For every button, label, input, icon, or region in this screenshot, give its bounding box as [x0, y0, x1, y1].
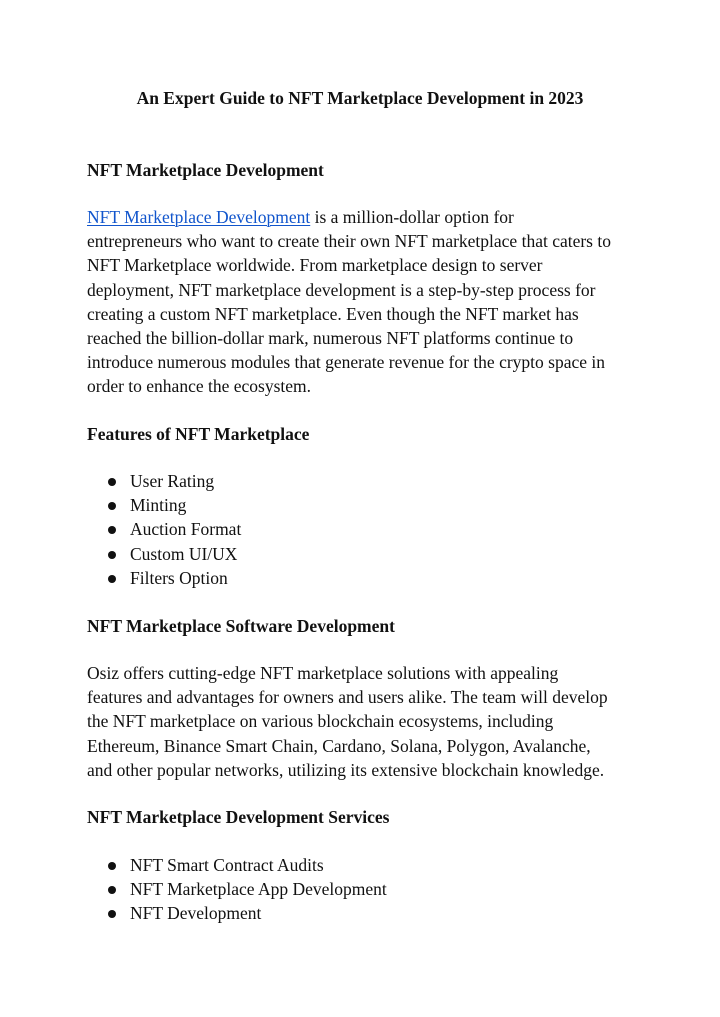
- list-item: Minting: [105, 493, 241, 517]
- bullet-icon: [108, 574, 116, 583]
- document-title: An Expert Guide to NFT Marketplace Devel…: [136, 88, 584, 108]
- paragraph-line-text: is a million-dollar option for: [310, 207, 514, 227]
- section-heading-development-services: NFT Marketplace Development Services: [87, 807, 390, 827]
- paragraph-line: and other popular networks, utilizing it…: [87, 759, 605, 780]
- list-item-text: Filters Option: [130, 567, 228, 588]
- paragraph-line: the NFT marketplace on various blockchai…: [87, 711, 554, 732]
- document-page: An Expert Guide to NFT Marketplace Devel…: [0, 0, 720, 1017]
- list-item-text: NFT Development: [130, 903, 262, 924]
- bullet-icon: [108, 478, 116, 486]
- bullet-icon: [108, 502, 116, 511]
- bullet-icon: [108, 550, 116, 559]
- bullet-icon: [108, 862, 116, 870]
- paragraph-line: order to enhance the ecosystem.: [87, 376, 312, 397]
- paragraph-line: Osiz offers cutting-edge NFT marketplace…: [87, 663, 559, 683]
- list-item: NFT Smart Contract Audits: [105, 853, 387, 877]
- list-item-text: NFT Marketplace App Development: [130, 879, 387, 900]
- section-heading-features: Features of NFT Marketplace: [87, 424, 310, 444]
- paragraph-line: deployment, NFT marketplace development …: [87, 279, 596, 300]
- paragraph-line: NFT Marketplace Development is a million…: [87, 205, 647, 229]
- bullet-icon: [108, 910, 116, 919]
- intro-paragraph: NFT Marketplace Development is a million…: [87, 205, 647, 399]
- list-item-text: Minting: [130, 495, 187, 516]
- list-item-text: Auction Format: [130, 519, 242, 540]
- list-item: Auction Format: [105, 517, 241, 541]
- nft-marketplace-development-link[interactable]: NFT Marketplace Development: [87, 207, 310, 227]
- paragraph-line: introduce numerous modules that generate…: [87, 352, 606, 373]
- list-item: NFT Marketplace App Development: [105, 877, 387, 901]
- list-item: Custom UI/UX: [105, 542, 241, 566]
- paragraph-line: creating a custom NFT marketplace. Even …: [87, 303, 579, 324]
- section-heading-nft-marketplace-development: NFT Marketplace Development: [87, 160, 324, 180]
- paragraph-line: NFT Marketplace worldwide. From marketpl…: [87, 255, 543, 276]
- paragraph-line: features and advantages for owners and u…: [87, 687, 608, 708]
- features-list: User Rating Minting Auction Format Custo…: [105, 469, 241, 590]
- paragraph-line: entrepreneurs who want to create their o…: [87, 231, 611, 252]
- section-heading-software-development: NFT Marketplace Software Development: [87, 616, 395, 636]
- bullet-icon: [108, 886, 116, 895]
- list-item-text: Custom UI/UX: [130, 543, 238, 564]
- list-item: Filters Option: [105, 566, 241, 590]
- paragraph-line: Ethereum, Binance Smart Chain, Cardano, …: [87, 735, 591, 756]
- list-item: NFT Development: [105, 901, 387, 925]
- paragraph-line: reached the billion-dollar mark, numerou…: [87, 328, 574, 349]
- list-item: User Rating: [105, 469, 241, 493]
- bullet-icon: [108, 526, 116, 535]
- list-item-text: User Rating: [130, 471, 215, 491]
- list-item-text: NFT Smart Contract Audits: [130, 855, 324, 875]
- software-development-paragraph: Osiz offers cutting-edge NFT marketplace…: [87, 661, 647, 782]
- services-list: NFT Smart Contract Audits NFT Marketplac…: [105, 853, 387, 926]
